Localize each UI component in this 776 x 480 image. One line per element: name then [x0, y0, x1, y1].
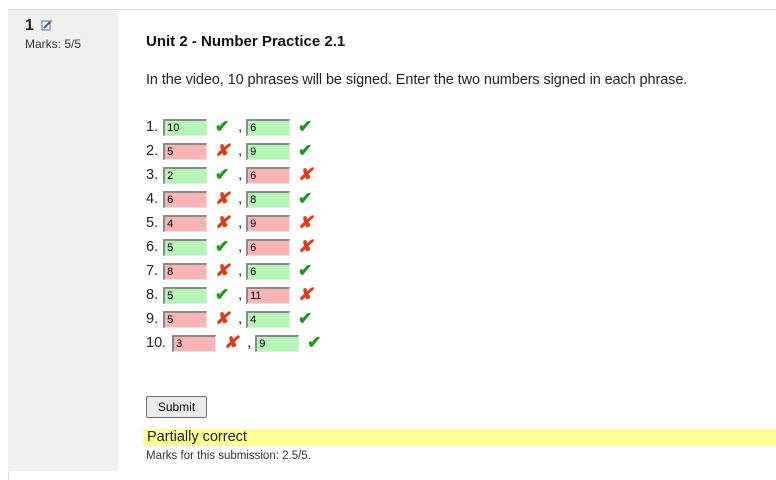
incorrect-icon: ✘ [298, 165, 313, 184]
second-number-input[interactable] [246, 214, 291, 232]
first-number-input[interactable] [163, 286, 208, 304]
incorrect-icon: ✘ [224, 333, 239, 352]
answer-row: 9. ✘, ✔ [146, 307, 324, 331]
correct-icon: ✔ [307, 333, 322, 352]
separator: , [238, 287, 243, 303]
incorrect-icon: ✘ [214, 141, 230, 160]
separator: , [238, 119, 243, 135]
incorrect-icon: ✘ [298, 285, 313, 304]
row-number: 2. [146, 143, 159, 159]
correct-icon: ✔ [214, 165, 230, 184]
row-number: 3. [146, 167, 159, 183]
incorrect-icon: ✘ [214, 213, 230, 232]
answer-row: 3. ✔, ✘ [146, 163, 324, 187]
second-number-input[interactable] [246, 190, 291, 208]
answer-row: 4. ✘, ✔ [146, 187, 324, 211]
row-number: 9. [146, 311, 159, 327]
question-instruction: In the video, 10 phrases will be signed.… [146, 72, 688, 88]
separator: , [238, 167, 243, 183]
incorrect-icon: ✘ [214, 309, 230, 328]
second-number-input[interactable] [246, 142, 291, 160]
second-number-input[interactable] [246, 262, 291, 280]
separator: , [238, 239, 243, 255]
answer-row: 6. ✔, ✘ [146, 235, 324, 259]
row-number: 10. [146, 335, 167, 351]
submit-button[interactable]: Submit [146, 396, 207, 418]
question-marks: Marks: 5/5 [25, 37, 82, 51]
separator: , [238, 215, 243, 231]
separator: , [238, 263, 243, 279]
separator: , [238, 311, 243, 327]
row-number: 5. [146, 215, 159, 231]
first-number-input[interactable] [163, 190, 208, 208]
correct-icon: ✔ [298, 309, 313, 328]
correct-icon: ✔ [298, 261, 313, 280]
first-number-input[interactable] [163, 142, 208, 160]
row-number: 8. [146, 287, 159, 303]
correct-icon: ✔ [214, 237, 230, 256]
answer-row: 1. ✔, ✔ [146, 115, 324, 139]
correct-icon: ✔ [298, 141, 313, 160]
first-number-input[interactable] [163, 214, 208, 232]
row-number: 1. [146, 119, 159, 135]
second-number-input[interactable] [246, 310, 291, 328]
first-number-input[interactable] [172, 334, 217, 352]
incorrect-icon: ✘ [298, 237, 313, 256]
question-number: 1 [25, 17, 34, 34]
separator: , [238, 191, 243, 207]
correct-icon: ✔ [214, 285, 230, 304]
correct-icon: ✔ [214, 117, 230, 136]
separator: , [238, 143, 243, 159]
second-number-input[interactable] [255, 334, 300, 352]
incorrect-icon: ✘ [214, 261, 230, 280]
correct-icon: ✔ [298, 117, 313, 136]
incorrect-icon: ✘ [298, 213, 313, 232]
first-number-input[interactable] [163, 118, 208, 136]
question-title: Unit 2 - Number Practice 2.1 [146, 33, 346, 50]
incorrect-icon: ✘ [214, 189, 230, 208]
correct-icon: ✔ [298, 189, 313, 208]
first-number-input[interactable] [163, 262, 208, 280]
question-info-panel [8, 10, 118, 471]
second-number-input[interactable] [246, 166, 291, 184]
feedback-status: Partially correct [147, 429, 247, 445]
row-number: 4. [146, 191, 159, 207]
answer-rows: 1. ✔, ✔ 2. ✘, ✔ 3. ✔, ✘ 4. ✘, ✔ 5. ✘, ✘ 6. ✔, ✘ 7. ✘, ✔ 8. ✔, ✘… [146, 115, 324, 355]
answer-row: 10. ✘, ✔ [146, 331, 324, 355]
edit-icon[interactable] [41, 19, 53, 31]
first-number-input[interactable] [163, 238, 208, 256]
row-number: 7. [146, 263, 159, 279]
second-number-input[interactable] [246, 118, 291, 136]
answer-row: 7. ✘, ✔ [146, 259, 324, 283]
answer-row: 5. ✘, ✘ [146, 211, 324, 235]
first-number-input[interactable] [163, 310, 208, 328]
first-number-input[interactable] [163, 166, 208, 184]
submission-marks: Marks for this submission: 2.5/5. [146, 450, 311, 462]
second-number-input[interactable] [246, 238, 291, 256]
answer-row: 8. ✔, ✘ [146, 283, 324, 307]
answer-row: 2. ✘, ✔ [146, 139, 324, 163]
row-number: 6. [146, 239, 159, 255]
separator: , [247, 335, 252, 351]
second-number-input[interactable] [246, 286, 291, 304]
